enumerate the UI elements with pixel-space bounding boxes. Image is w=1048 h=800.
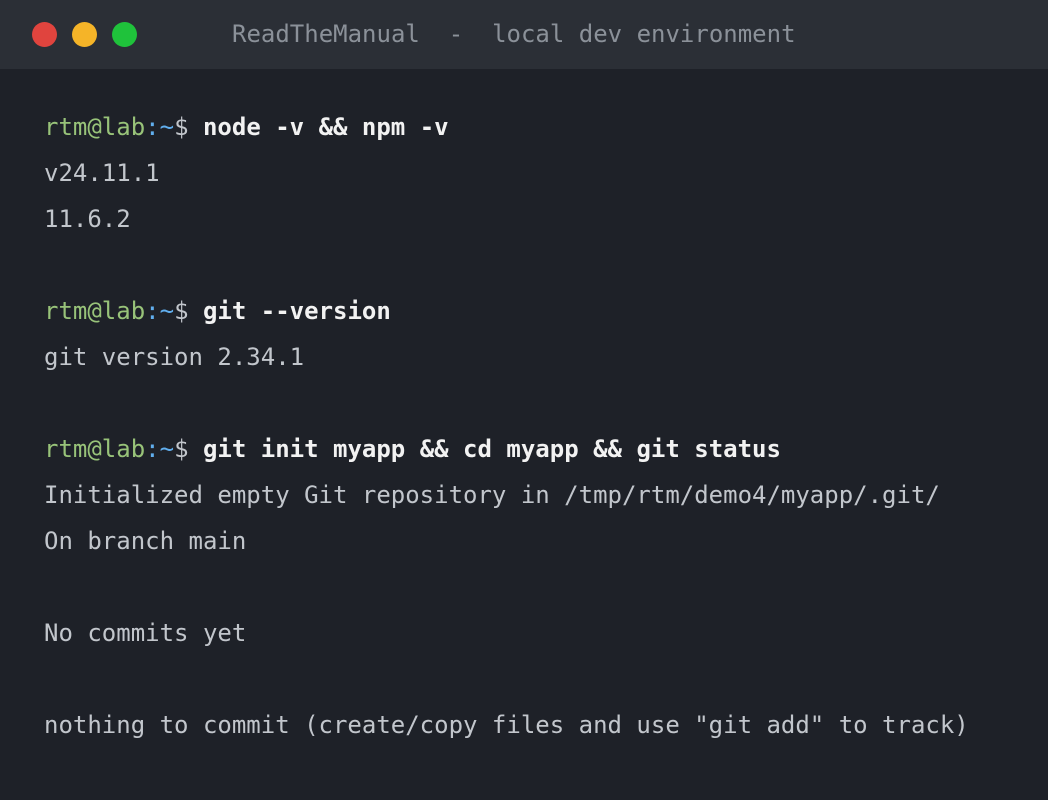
title-bar[interactable]: ReadTheManual - local dev environment xyxy=(0,0,1048,69)
terminal-output[interactable]: rtm@lab:~$ node -v && npm -v v24.11.1 11.6… xyxy=(44,104,1048,748)
output-line: No commits yet xyxy=(44,619,247,647)
maximize-button[interactable] xyxy=(112,22,137,47)
output-line: nothing to commit (create/copy files and… xyxy=(44,711,969,739)
output-line: 11.6.2 xyxy=(44,205,131,233)
command-line: rtm@lab:~$ git --version xyxy=(44,288,1048,334)
prompt-symbol: $ xyxy=(174,297,203,325)
command-text: git --version xyxy=(202,297,391,325)
prompt-user-host: rtm@lab xyxy=(44,297,146,325)
command-line: rtm@lab:~$ node -v && npm -v xyxy=(44,104,1048,150)
prompt-path: ~ xyxy=(159,113,175,141)
output-line: On branch main xyxy=(44,527,247,555)
prompt-user-host: rtm@lab xyxy=(44,435,146,463)
output-line: git version 2.34.1 xyxy=(44,343,305,371)
minimize-button[interactable] xyxy=(72,22,97,47)
prompt-symbol: $ xyxy=(174,113,203,141)
command-line: rtm@lab:~$ git init myapp && cd myapp &&… xyxy=(44,426,1048,472)
prompt-symbol: $ xyxy=(174,435,203,463)
output-line: Initialized empty Git repository in /tmp… xyxy=(44,481,940,509)
window-title: ReadTheManual - local dev environment xyxy=(232,20,796,48)
command-text: node -v && npm -v xyxy=(202,113,449,141)
prompt-separator: : xyxy=(145,435,160,463)
output-line: v24.11.1 xyxy=(44,159,160,187)
prompt-separator: : xyxy=(145,297,160,325)
prompt-user-host: rtm@lab xyxy=(44,113,146,141)
terminal-window: ReadTheManual - local dev environment rt… xyxy=(0,0,1048,800)
prompt-path: ~ xyxy=(159,435,175,463)
command-text: git init myapp && cd myapp && git status xyxy=(202,435,781,463)
prompt-separator: : xyxy=(145,113,160,141)
prompt-path: ~ xyxy=(159,297,175,325)
close-button[interactable] xyxy=(32,22,57,47)
